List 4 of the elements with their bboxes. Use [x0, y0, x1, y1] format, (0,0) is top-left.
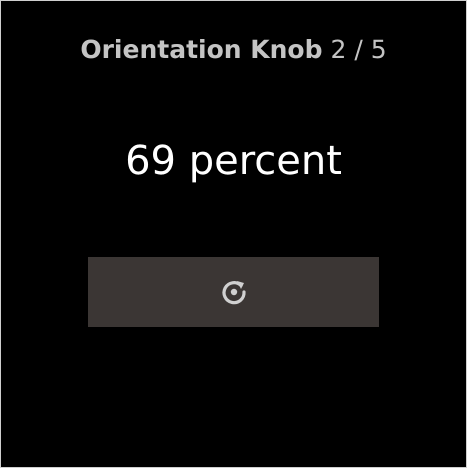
page-counter: 2 / 5 [330, 34, 387, 66]
page-title: Orientation Knob [80, 34, 323, 66]
value-reading: 69 percent [125, 136, 342, 186]
reset-button[interactable] [88, 256, 379, 326]
